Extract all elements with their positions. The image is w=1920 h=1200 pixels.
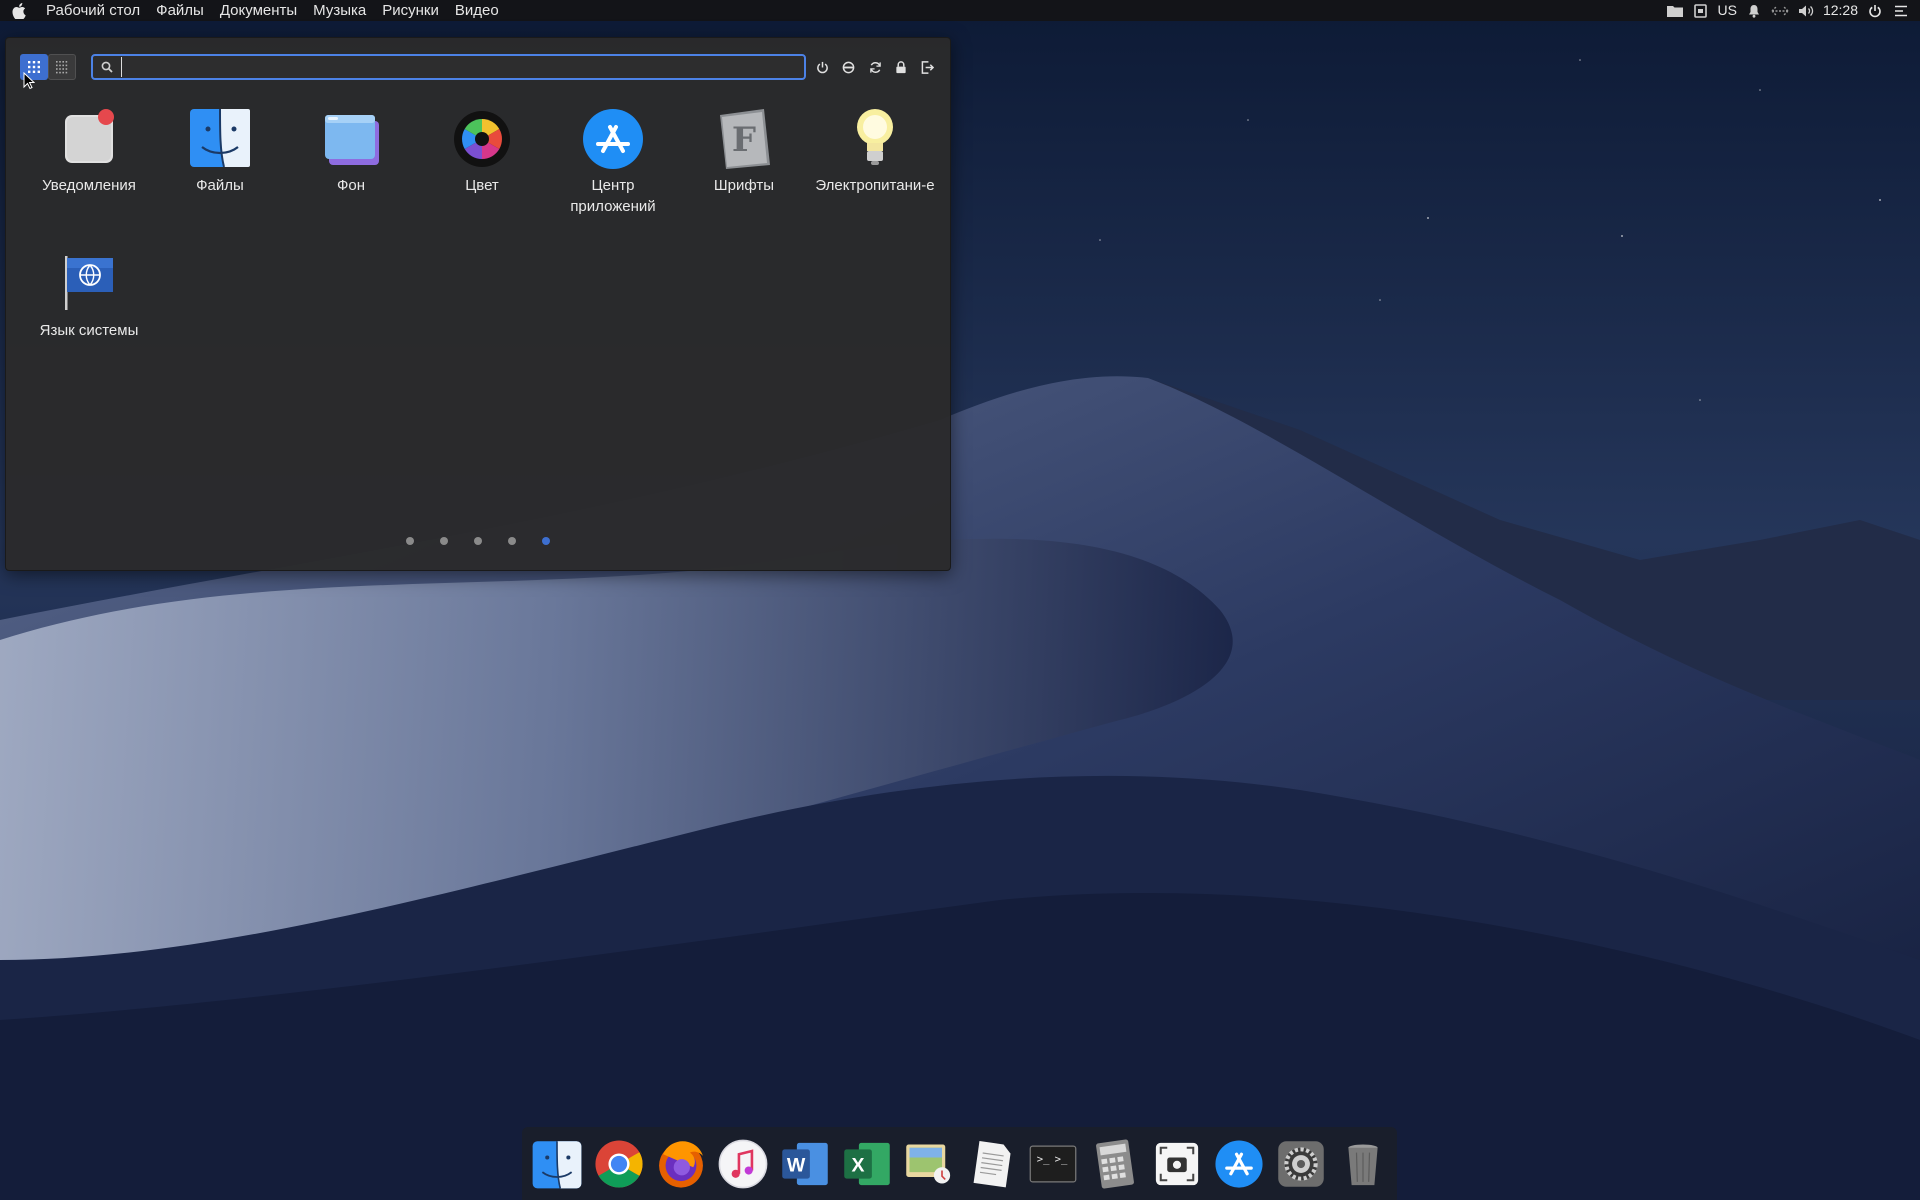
dense-grid-view-button[interactable] (48, 54, 76, 80)
screenshot-icon (1155, 1142, 1198, 1185)
lightbulb-icon (843, 105, 907, 169)
excel-icon: X (843, 1142, 890, 1185)
color-wheel-icon (450, 105, 514, 169)
search-icon (93, 61, 121, 73)
globe-flag-icon (57, 250, 121, 314)
settings-gear-icon (1277, 1140, 1324, 1187)
page-dot-2[interactable] (440, 537, 448, 545)
clock[interactable]: 12:28 (1819, 0, 1862, 21)
dock-app-store[interactable] (1211, 1136, 1267, 1192)
shutdown-button[interactable] (811, 56, 833, 78)
dense-grid-icon (56, 61, 68, 74)
dock: W X >_ >_ (522, 1127, 1397, 1200)
text-editor-icon (973, 1140, 1011, 1187)
page-indicator (6, 537, 950, 545)
photo-viewer-icon (905, 1144, 950, 1183)
svg-text:W: W (786, 1154, 805, 1176)
app-fonts[interactable]: F Шрифты (679, 105, 809, 196)
fonts-icon: F (712, 105, 776, 169)
app-color[interactable]: Цвет (417, 105, 547, 196)
app-power[interactable]: Электропитани-е (810, 105, 940, 196)
dock-settings[interactable] (1273, 1136, 1329, 1192)
finder-icon (188, 105, 252, 169)
menu-pictures[interactable]: Рисунки (374, 0, 447, 21)
keyboard-icon[interactable] (1691, 0, 1711, 21)
svg-text:F: F (732, 120, 756, 160)
dock-firefox[interactable] (653, 1136, 709, 1192)
app-label: Центр приложений (570, 177, 656, 215)
page-dot-1[interactable] (406, 537, 414, 545)
app-notifications[interactable]: Уведомления (24, 105, 154, 196)
dock-calculator[interactable] (1087, 1136, 1143, 1192)
app-launcher-panel: Уведомления Файлы Фон Цвет Центр приложе… (5, 37, 951, 571)
app-app-center[interactable]: Центр приложений (548, 105, 678, 217)
firefox-icon (658, 1140, 703, 1188)
chrome-icon (594, 1139, 643, 1188)
page-dot-4[interactable] (508, 537, 516, 545)
menu-desktop[interactable]: Рабочий стол (38, 0, 148, 21)
page-dot-5-current[interactable] (542, 537, 550, 545)
restart-icon (869, 61, 881, 73)
keyboard-layout[interactable]: US (1714, 0, 1741, 21)
apple-icon[interactable] (0, 0, 38, 21)
status-area: US 12:28 (1662, 0, 1920, 21)
finder-icon (532, 1140, 581, 1189)
suspend-icon (842, 61, 854, 73)
dock-music[interactable] (715, 1136, 771, 1192)
logout-button[interactable] (916, 56, 938, 78)
app-wallpaper[interactable]: Фон (286, 105, 416, 196)
suspend-button[interactable] (837, 56, 859, 78)
menu-files[interactable]: Файлы (148, 0, 212, 21)
app-label: Электропитани-е (815, 177, 935, 194)
power-icon (816, 61, 828, 73)
svg-text:>_: >_ (1036, 1153, 1049, 1165)
dock-photo-viewer[interactable] (901, 1136, 957, 1192)
search-input[interactable] (121, 57, 798, 77)
menu-documents[interactable]: Документы (212, 0, 305, 21)
volume-icon[interactable] (1796, 0, 1816, 21)
lock-icon (896, 60, 906, 73)
dock-terminal[interactable]: >_ >_ (1025, 1136, 1081, 1192)
app-label: Язык системы (39, 322, 139, 339)
app-files[interactable]: Файлы (155, 105, 285, 196)
app-label: Файлы (196, 177, 244, 194)
app-label: Уведомления (42, 177, 136, 194)
dock-chrome[interactable] (591, 1136, 647, 1192)
dock-word[interactable]: W (777, 1136, 833, 1192)
dock-excel[interactable]: X (839, 1136, 895, 1192)
svg-text:>_: >_ (1054, 1153, 1067, 1165)
dock-screenshot[interactable] (1149, 1136, 1205, 1192)
top-menu-bar: Рабочий стол Файлы Документы Музыка Рису… (0, 0, 1920, 21)
logout-icon (921, 60, 934, 74)
mouse-cursor-icon (23, 72, 35, 90)
menu-lines-icon[interactable] (1891, 0, 1911, 21)
power-icon[interactable] (1865, 0, 1885, 21)
menu-music[interactable]: Музыка (305, 0, 374, 21)
menu-videos[interactable]: Видео (447, 0, 507, 21)
bell-icon[interactable] (1744, 0, 1764, 21)
notifications-icon (57, 105, 121, 169)
restart-button[interactable] (864, 56, 886, 78)
word-icon: W (781, 1142, 828, 1185)
svg-text:X: X (851, 1154, 864, 1176)
trash-icon (1347, 1144, 1378, 1185)
wallpaper-icon (319, 105, 383, 169)
terminal-icon: >_ >_ (1029, 1145, 1076, 1182)
app-system-language[interactable]: Язык системы (24, 250, 154, 341)
dock-finder[interactable] (529, 1136, 585, 1192)
dock-trash[interactable] (1335, 1136, 1391, 1192)
app-label: Фон (336, 177, 366, 194)
lock-button[interactable] (890, 56, 912, 78)
folder-icon[interactable] (1665, 0, 1685, 21)
app-label: Цвет (465, 177, 499, 194)
page-dot-3[interactable] (474, 537, 482, 545)
search-box (91, 54, 806, 80)
calculator-icon (1095, 1139, 1134, 1188)
app-store-icon (581, 105, 645, 169)
app-store-icon (1214, 1139, 1263, 1188)
dock-text-editor[interactable] (963, 1136, 1019, 1192)
network-icon[interactable] (1770, 0, 1790, 21)
app-label: Шрифты (713, 177, 775, 194)
music-icon (718, 1139, 767, 1188)
